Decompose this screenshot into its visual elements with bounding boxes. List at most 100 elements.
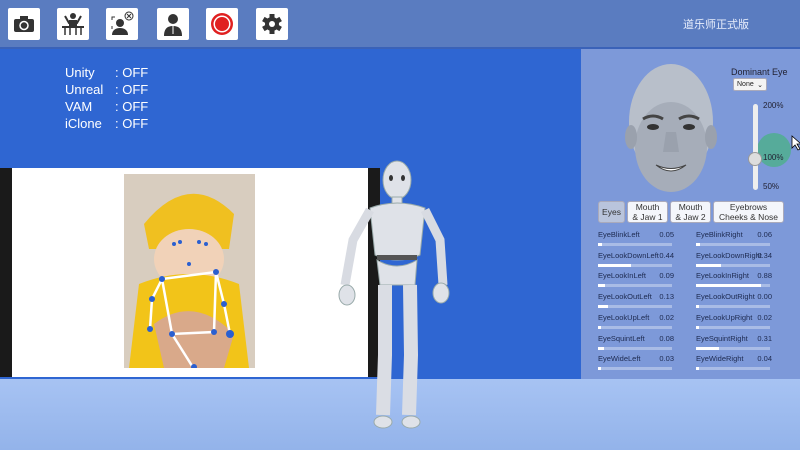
blendshape-value: 0.04 (757, 354, 772, 364)
blendshape-value: 0.02 (659, 312, 674, 322)
blendshape-bar (598, 325, 672, 329)
record-icon (211, 13, 233, 35)
camera-button[interactable] (8, 8, 40, 40)
blendshape-bar (696, 325, 770, 329)
blendshape-slider[interactable]: EyeLookDownRight 0.34 (696, 251, 772, 271)
blendshape-slider[interactable]: EyeLookDownLeft 0.44 (598, 251, 674, 271)
blendshape-value: 0.44 (659, 250, 674, 260)
blendshape-bar-fill (696, 243, 701, 246)
blendshape-bar-fill (598, 263, 631, 267)
scale-slider[interactable] (753, 104, 758, 190)
face-capture-close-icon (111, 11, 134, 35)
blendshape-value: 0.06 (757, 230, 772, 239)
status-name: Unreal (65, 82, 104, 97)
blendshape-name: EyeLookInLeft (598, 271, 646, 281)
blendshape-bar-fill (598, 346, 604, 350)
blendshape-bar-fill (696, 305, 699, 309)
pose-skeleton-overlay (124, 174, 255, 368)
app-title: 道乐师正式版 (683, 19, 749, 31)
blendshape-name: EyeWideRight (696, 354, 744, 364)
blendshape-slider[interactable]: EyeLookOutRight 0.00 (696, 292, 772, 312)
record-button[interactable] (206, 8, 238, 40)
blendshape-bar (696, 284, 770, 288)
blendshape-value: 0.13 (659, 292, 674, 302)
blendshape-slider[interactable]: EyeBlinkRight 0.06 (696, 230, 772, 250)
blendshape-name: EyeLookDownRight (696, 250, 762, 260)
blendshape-value: 0.05 (659, 230, 674, 239)
mocap-button[interactable] (57, 8, 89, 40)
blendshape-value: 0.08 (659, 333, 674, 343)
blendshape-name: EyeLookOutRight (696, 292, 755, 302)
tab-mouth-jaw-1[interactable]: Mouth & Jaw 1 (627, 201, 668, 223)
blendshape-value: 0.00 (757, 292, 772, 302)
blendshape-name: EyeBlinkRight (696, 230, 743, 239)
blendshape-bar-fill (598, 305, 608, 309)
blendshape-slider[interactable]: EyeWideRight 0.04 (696, 354, 772, 374)
status-value: : OFF (115, 99, 149, 114)
3d-character-model (338, 160, 450, 429)
blendshape-name: EyeSquintRight (696, 333, 748, 343)
blendshape-slider[interactable]: EyeLookUpRight 0.02 (696, 313, 772, 333)
mouse-cursor-icon (791, 135, 800, 151)
blendshape-slider[interactable]: EyeLookUpLeft 0.02 (598, 313, 674, 333)
scale-slider-thumb[interactable] (748, 152, 762, 166)
status-value: : OFF (115, 116, 149, 131)
blendshape-bar (598, 367, 672, 371)
blendshape-bar (598, 284, 672, 288)
settings-button[interactable] (256, 8, 288, 40)
blendshape-name: EyeLookInRight (696, 271, 749, 281)
blendshape-name: EyeSquintLeft (598, 333, 645, 343)
blendshape-slider[interactable]: EyeSquintRight 0.31 (696, 334, 772, 354)
blendshape-slider[interactable]: EyeBlinkLeft 0.05 (598, 230, 674, 250)
scale-max-label: 200% (763, 101, 784, 110)
blendshape-name: EyeLookOutLeft (598, 292, 652, 302)
blendshape-bar-fill (696, 325, 699, 329)
blendshape-bar-fill (696, 263, 722, 267)
status-value: : OFF (115, 65, 149, 80)
blendshape-value: 0.31 (757, 333, 772, 343)
toolbar: 道乐师正式版 (0, 0, 800, 49)
blendshape-value: 0.09 (659, 271, 674, 281)
blendshape-value: 0.02 (757, 312, 772, 322)
blendshape-value: 0.03 (659, 354, 674, 364)
face-preview (625, 64, 717, 192)
blendshape-bar-fill (598, 325, 601, 329)
camera-icon (14, 16, 34, 32)
blendshape-bar-fill (598, 367, 601, 371)
blendshape-bar (598, 305, 672, 309)
blendshape-name: EyeLookUpLeft (598, 312, 650, 322)
face-capture-button[interactable] (106, 8, 138, 40)
engine-status-list: Unity: OFF Unreal : OFF VAM : OFF iClone: … (65, 64, 148, 132)
tab-eyes[interactable]: Eyes (598, 201, 625, 223)
status-vam: VAM : OFF (65, 98, 148, 115)
blendshape-name: EyeLookDownLeft (598, 250, 659, 260)
blendshape-slider[interactable]: EyeLookOutLeft 0.13 (598, 292, 674, 312)
blendshape-value: 0.34 (757, 250, 772, 260)
blendshape-bar (598, 346, 672, 350)
blendshape-slider[interactable]: EyeLookInRight 0.88 (696, 271, 772, 291)
status-unity: Unity: OFF (65, 64, 148, 81)
blendshape-slider[interactable]: EyeSquintLeft 0.08 (598, 334, 674, 354)
scale-min-label: 50% (763, 182, 780, 191)
tab-eyebrows-cheeks-nose[interactable]: Eyebrows Cheeks & Nose (713, 201, 784, 223)
blendshape-bar-fill (696, 367, 699, 371)
blendshape-bar-fill (598, 284, 605, 288)
video-frame (12, 168, 368, 377)
avatar-button[interactable] (157, 8, 189, 40)
blendshape-bar (598, 263, 672, 267)
blendshape-slider[interactable]: EyeWideLeft 0.03 (598, 354, 674, 374)
dominant-eye-select[interactable]: None ⌄ (733, 78, 767, 91)
blendshape-slider[interactable]: EyeLookInLeft 0.09 (598, 271, 674, 291)
blendshape-bar (696, 263, 770, 267)
blendshape-bar (598, 243, 672, 246)
status-iclone: iClone: OFF (65, 115, 148, 132)
tab-mouth-jaw-2[interactable]: Mouth & Jaw 2 (670, 201, 711, 223)
status-name: VAM (65, 99, 93, 114)
tracked-person-image (124, 174, 255, 368)
blendshape-bar (696, 305, 770, 309)
scale-mid-label: 100% (763, 153, 784, 162)
blendshape-bar (696, 367, 770, 371)
blendshape-bar-fill (696, 284, 762, 288)
blendshape-bar-fill (696, 346, 719, 350)
blendshape-name: EyeWideLeft (598, 354, 641, 364)
